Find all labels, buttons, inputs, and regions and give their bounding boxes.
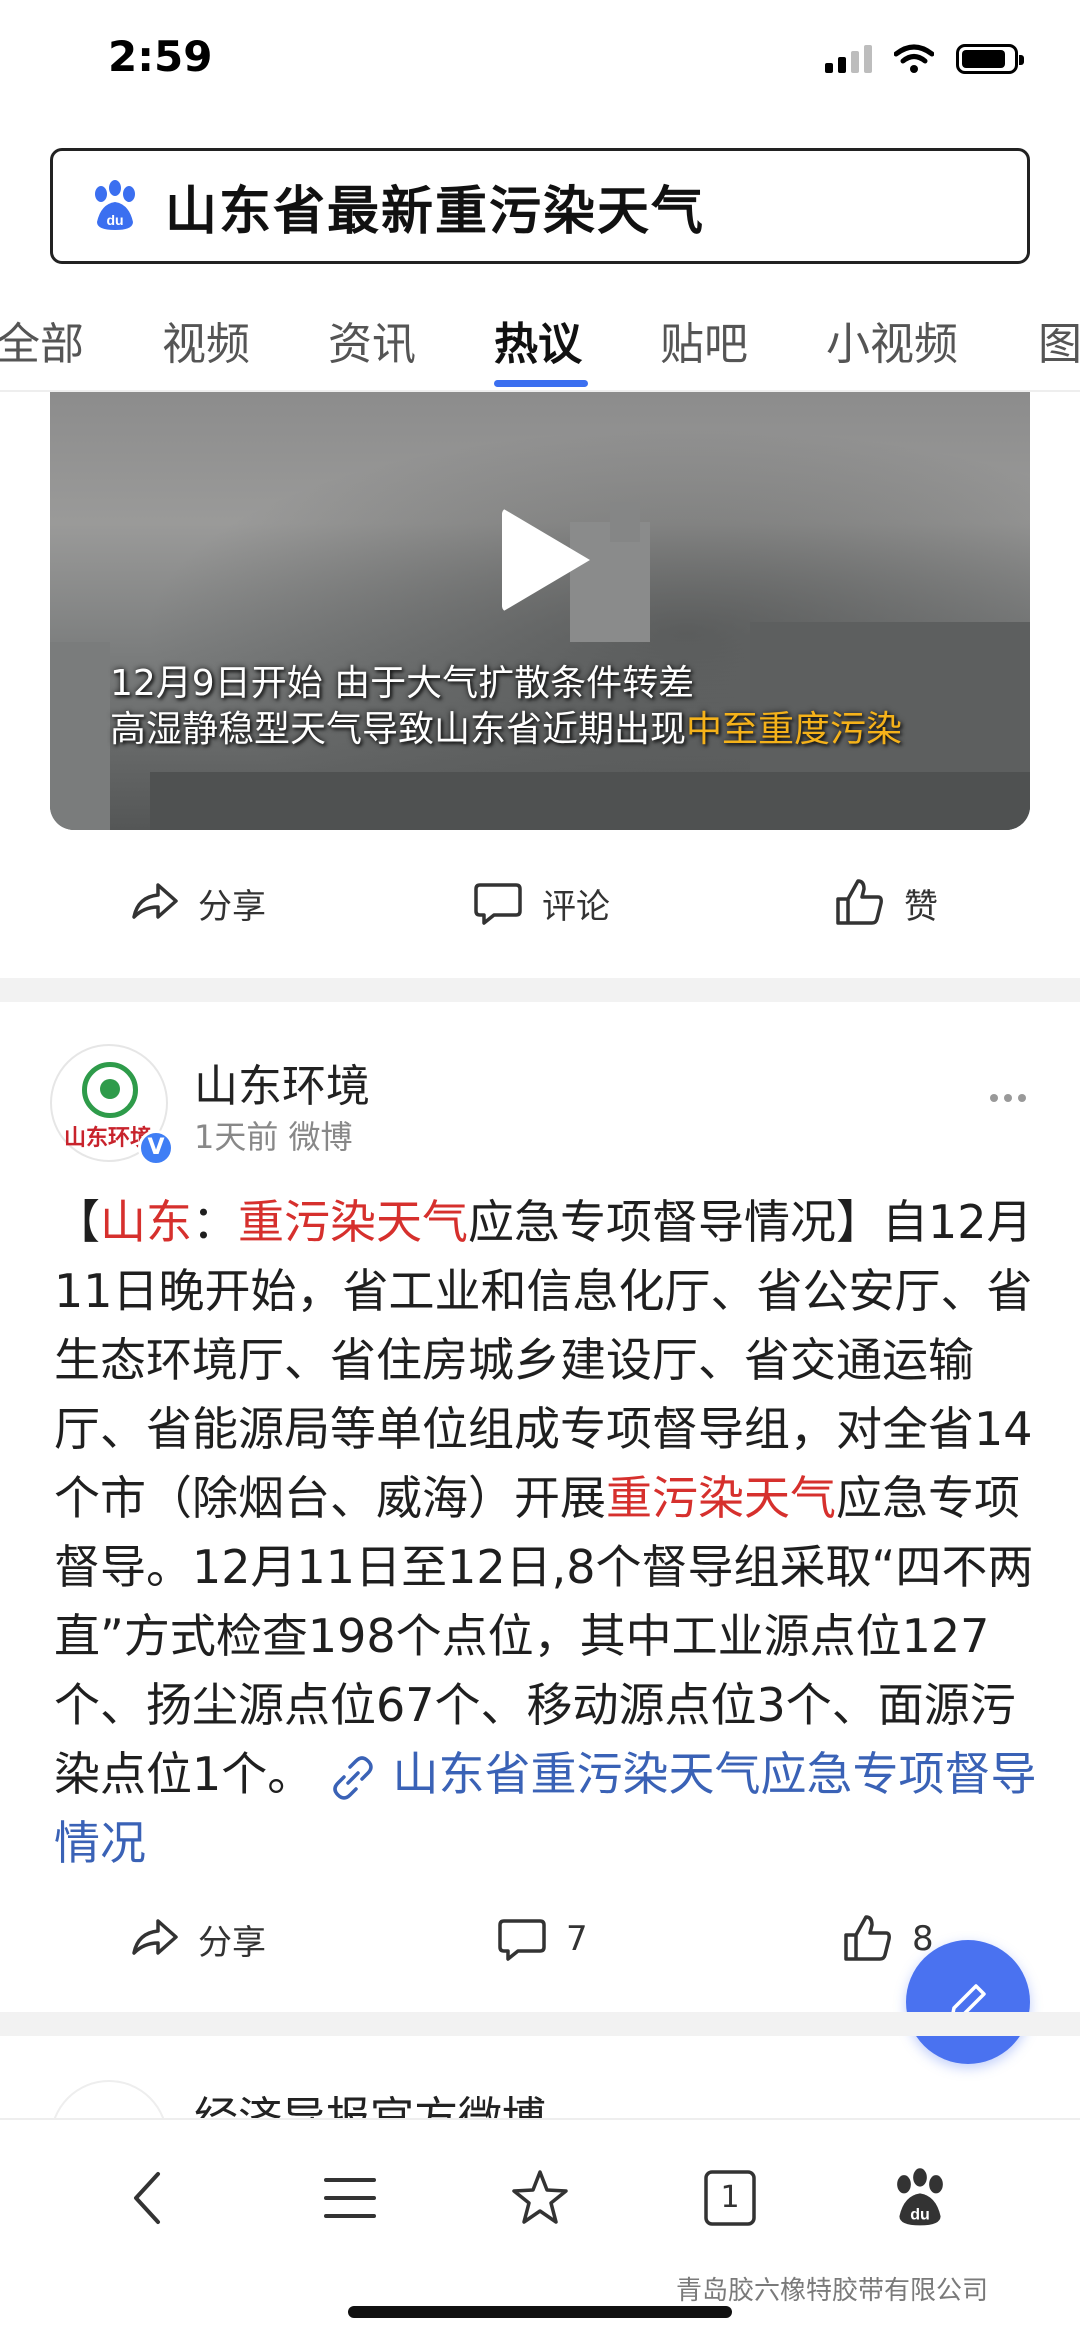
- tab-hot-discussion[interactable]: 热议: [494, 308, 582, 372]
- post-meta: 1天前 微博: [194, 1118, 353, 1156]
- comment-button[interactable]: 评论: [472, 858, 610, 948]
- hashtag-heavy-pollution[interactable]: 重污染天气: [238, 1195, 468, 1249]
- tab-images[interactable]: 图: [1038, 308, 1080, 372]
- baidu-paw-icon: du: [95, 180, 135, 230]
- star-icon: [512, 2170, 568, 2224]
- tabs-button[interactable]: 1: [690, 2158, 770, 2238]
- tab-news[interactable]: 资讯: [328, 308, 416, 372]
- active-tab-indicator: [494, 380, 588, 387]
- tab-all[interactable]: 全部: [0, 308, 84, 372]
- post-share-button[interactable]: 分享: [128, 1894, 266, 1984]
- tab-video[interactable]: 视频: [162, 308, 250, 372]
- status-icons: [825, 44, 1024, 74]
- video-player[interactable]: 12月9日开始 由于大气扩散条件转差 高湿静稳型天气导致山东省近期出现中至重度污…: [50, 392, 1030, 830]
- more-options-icon[interactable]: [990, 1094, 1026, 1102]
- verified-badge-icon: V: [138, 1130, 174, 1166]
- wifi-icon: [894, 44, 934, 73]
- video-caption-line1: 12月9日开始 由于大气扩散条件转差: [110, 663, 695, 704]
- thumbs-up-icon: [836, 879, 883, 925]
- share-icon: [132, 883, 178, 919]
- tab-bar: 全部 视频 资讯 热议 贴吧 小视频 图: [0, 290, 1080, 390]
- hashtag-heavy-pollution-2[interactable]: 重污染天气: [606, 1471, 836, 1525]
- battery-icon: [956, 44, 1024, 74]
- baidu-home-button[interactable]: du: [880, 2158, 960, 2238]
- author-avatar[interactable]: 山东环境 V: [50, 1044, 174, 1166]
- favorite-button[interactable]: [500, 2158, 580, 2238]
- back-button[interactable]: [110, 2158, 190, 2238]
- like-button[interactable]: 赞: [834, 858, 938, 948]
- section-divider: [0, 2012, 1080, 2036]
- play-icon[interactable]: [502, 508, 590, 612]
- search-query[interactable]: 山东省最新重污染天气: [165, 169, 705, 244]
- author-name[interactable]: 山东环境: [194, 1050, 370, 1114]
- baidu-paw-icon: du: [897, 2168, 943, 2226]
- share-icon: [132, 1919, 178, 1955]
- search-box[interactable]: du 山东省最新重污染天气: [50, 148, 1030, 264]
- link-icon[interactable]: [328, 1753, 378, 1803]
- video-caption-line2: 高湿静稳型天气导致山东省近期出现中至重度污染: [110, 709, 903, 750]
- tab-tieba[interactable]: 贴吧: [660, 308, 748, 372]
- share-button[interactable]: 分享: [128, 858, 266, 948]
- post-comment-button[interactable]: 7: [496, 1894, 588, 1984]
- video-action-row: 分享 评论 赞: [0, 858, 1080, 948]
- home-indicator: [348, 2306, 732, 2318]
- compose-button[interactable]: [906, 1940, 1030, 2064]
- hashtag-shandong[interactable]: 山东: [100, 1195, 192, 1249]
- status-time: 2:59: [108, 32, 213, 81]
- menu-button[interactable]: [310, 2158, 390, 2238]
- thumbs-up-icon: [844, 1915, 891, 1961]
- tab-count: 1: [720, 2180, 740, 2215]
- section-divider: [0, 978, 1080, 1002]
- svg-text:du: du: [106, 212, 123, 228]
- comment-icon: [498, 1919, 546, 1961]
- post-body: 【山东：重污染天气应急专项督导情况】自12月11日晚开始，省工业和信息化厅、省公…: [54, 1195, 1037, 1870]
- chevron-left-icon: [134, 2172, 160, 2224]
- status-bar: 2:59: [0, 0, 1080, 120]
- svg-text:du: du: [910, 2207, 930, 2224]
- environment-emblem-icon: [82, 1062, 138, 1118]
- menu-icon: [324, 2178, 376, 2218]
- comment-icon: [474, 883, 522, 925]
- tab-short-video[interactable]: 小视频: [826, 308, 958, 372]
- watermark-text: 青岛胶六橡特胶带有限公司: [676, 2276, 989, 2306]
- cellular-signal-icon: [825, 45, 872, 73]
